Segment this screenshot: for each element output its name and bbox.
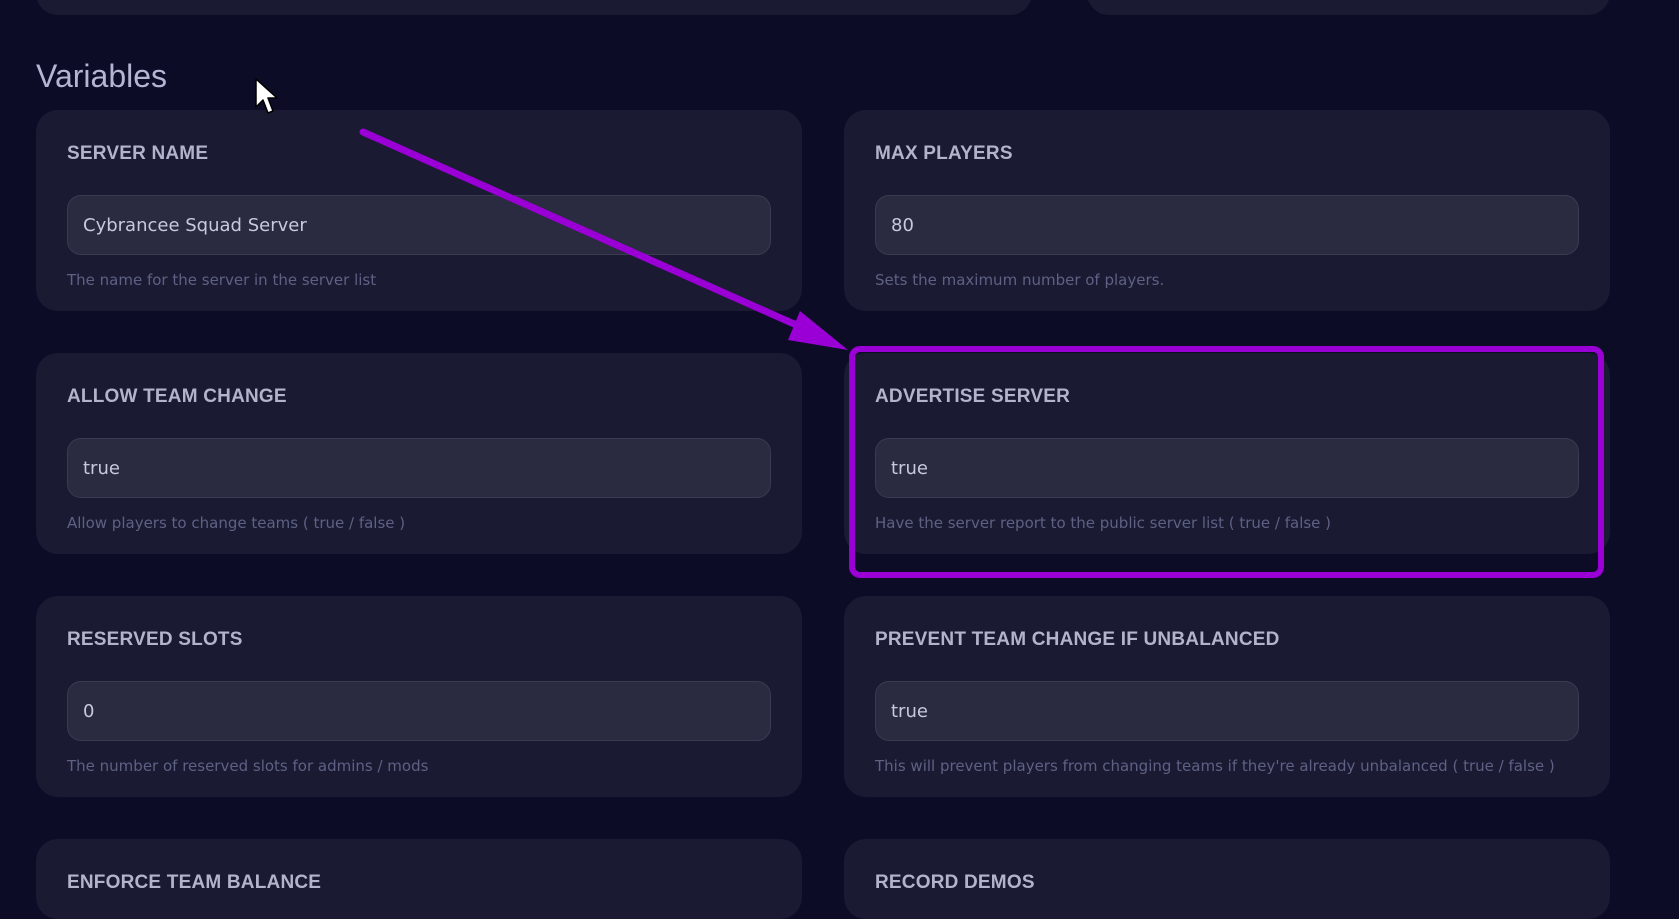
previous-card-left bbox=[36, 0, 1032, 15]
previous-card-right bbox=[1087, 0, 1610, 15]
reserved-slots-input[interactable]: 0 bbox=[67, 681, 771, 741]
allow-team-change-input[interactable]: true bbox=[67, 438, 771, 498]
variable-label: ENFORCE TEAM BALANCE bbox=[67, 872, 322, 893]
variable-card-max-players: MAX PLAYERS 80 Sets the maximum number o… bbox=[844, 110, 1610, 311]
variable-description: Sets the maximum number of players. bbox=[875, 271, 1165, 289]
variable-card-record-demos: RECORD DEMOS bbox=[844, 839, 1610, 919]
max-players-input[interactable]: 80 bbox=[875, 195, 1579, 255]
variable-card-server-name: SERVER NAME Cybrancee Squad Server The n… bbox=[36, 110, 802, 311]
variable-label: MAX PLAYERS bbox=[875, 143, 1013, 164]
variable-label: SERVER NAME bbox=[67, 143, 209, 164]
variable-card-enforce-team-balance: ENFORCE TEAM BALANCE bbox=[36, 839, 802, 919]
prevent-team-change-input[interactable]: true bbox=[875, 681, 1579, 741]
variable-label: ALLOW TEAM CHANGE bbox=[67, 386, 287, 407]
variable-label: RESERVED SLOTS bbox=[67, 629, 243, 650]
variable-label: PREVENT TEAM CHANGE IF UNBALANCED bbox=[875, 629, 1280, 650]
variable-description: The number of reserved slots for admins … bbox=[67, 757, 429, 775]
variable-description: Allow players to change teams ( true / f… bbox=[67, 514, 406, 532]
variable-description: The name for the server in the server li… bbox=[67, 271, 377, 289]
variable-description: This will prevent players from changing … bbox=[875, 757, 1555, 775]
mouse-pointer-icon bbox=[255, 78, 278, 114]
variable-card-prevent-team-change: PREVENT TEAM CHANGE IF UNBALANCED true T… bbox=[844, 596, 1610, 797]
variable-label: RECORD DEMOS bbox=[875, 872, 1035, 893]
variable-card-reserved-slots: RESERVED SLOTS 0 The number of reserved … bbox=[36, 596, 802, 797]
advertise-server-input[interactable]: true bbox=[875, 438, 1579, 498]
variable-label: ADVERTISE SERVER bbox=[875, 386, 1071, 407]
variable-description: Have the server report to the public ser… bbox=[875, 514, 1332, 532]
section-title: Variables bbox=[36, 58, 168, 94]
server-name-input[interactable]: Cybrancee Squad Server bbox=[67, 195, 771, 255]
variable-card-allow-team-change: ALLOW TEAM CHANGE true Allow players to … bbox=[36, 353, 802, 554]
variable-card-advertise-server: ADVERTISE SERVER true Have the server re… bbox=[844, 353, 1610, 554]
